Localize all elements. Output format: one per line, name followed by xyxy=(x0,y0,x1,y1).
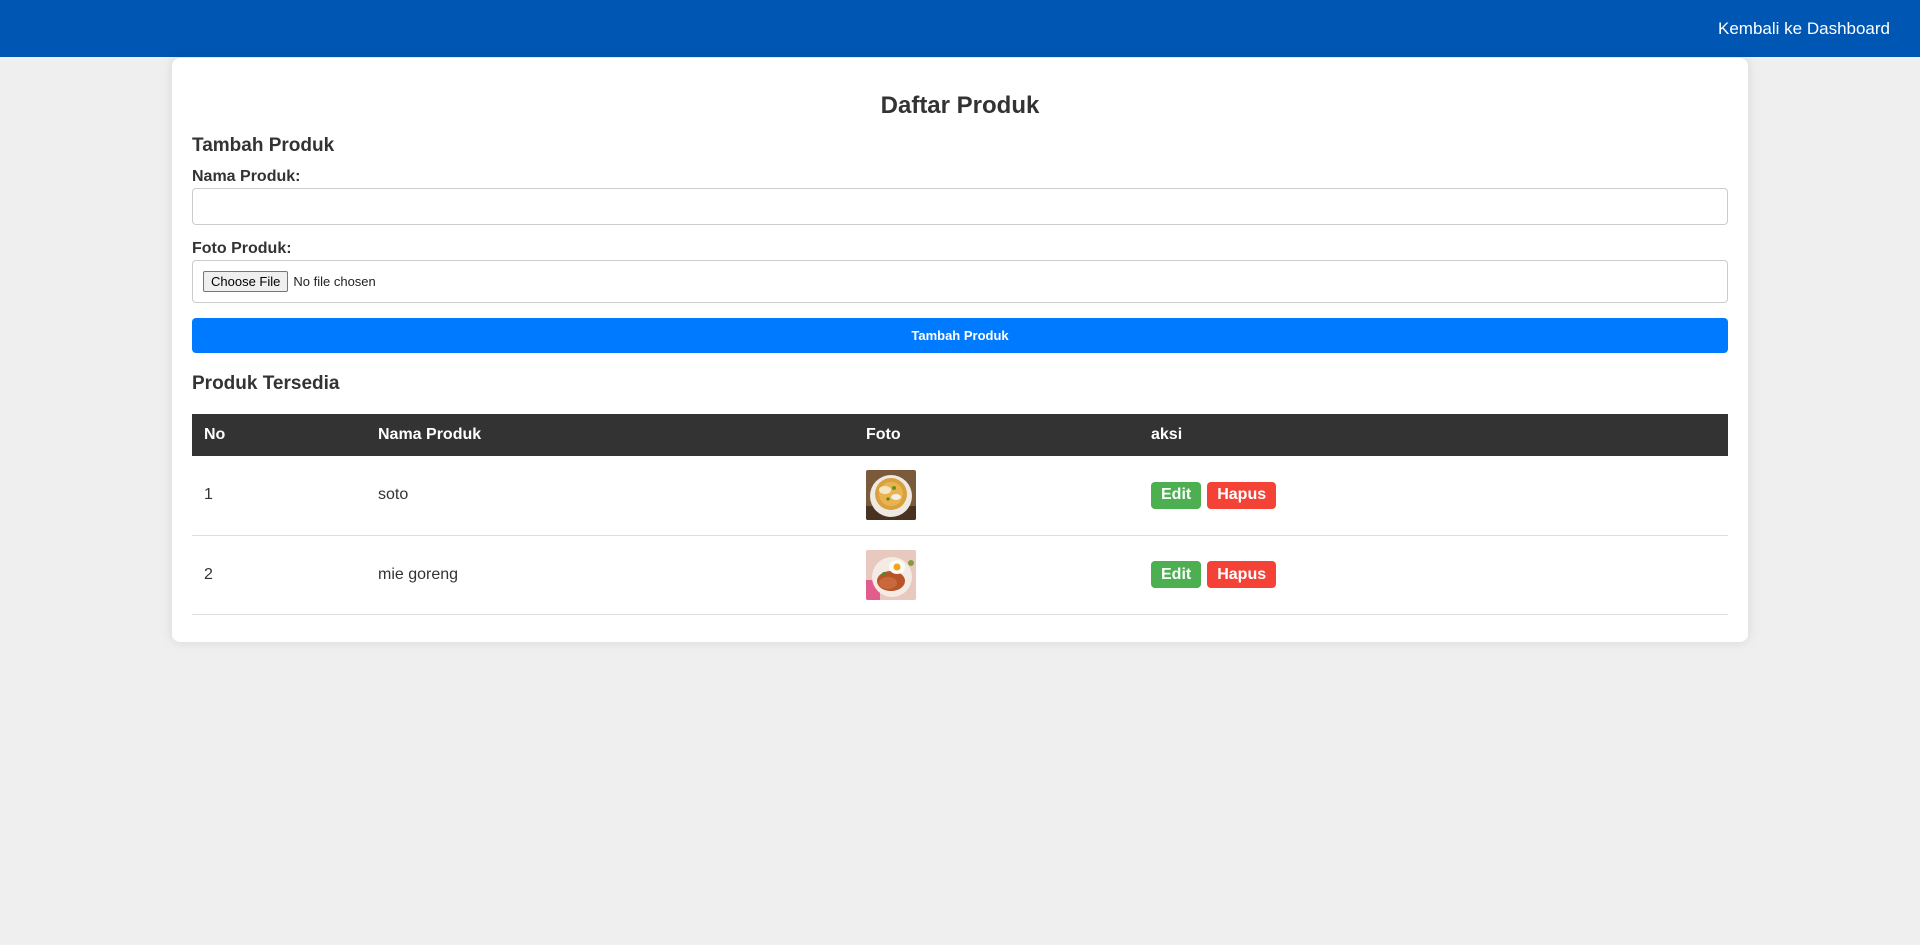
table-row: 2 mie goreng Edit Hapus xyxy=(192,535,1728,614)
product-name: mie goreng xyxy=(378,565,459,583)
product-photo-label: Foto Produk: xyxy=(192,240,292,257)
table-row: 1 soto Edit Hapus xyxy=(192,456,1728,535)
page-title: Daftar Produk xyxy=(880,92,1040,119)
column-header-actions: aksi xyxy=(1151,426,1183,443)
product-name: soto xyxy=(378,486,409,504)
add-product-button[interactable]: Tambah Produk xyxy=(192,318,1728,353)
delete-button[interactable]: Hapus xyxy=(1207,481,1277,509)
row-number: 2 xyxy=(204,565,213,583)
product-photo-field[interactable]: Choose File No file chosen xyxy=(192,260,1728,303)
column-header-no: No xyxy=(204,426,226,443)
mie-goreng-plate-image xyxy=(866,549,916,600)
add-product-heading: Tambah Produk xyxy=(192,135,335,156)
table-header-row: No Nama Produk Foto aksi xyxy=(192,414,1728,456)
product-name-input[interactable] xyxy=(192,188,1728,225)
delete-button[interactable]: Hapus xyxy=(1207,561,1277,588)
available-products-heading: Produk Tersedia xyxy=(192,373,340,394)
edit-button[interactable]: Edit xyxy=(1151,481,1202,509)
edit-button[interactable]: Edit xyxy=(1151,561,1202,588)
products-table: No Nama Produk Foto aksi 1 soto Edit Hap… xyxy=(192,414,1728,615)
soto-bowl-image xyxy=(866,470,916,521)
column-header-name: Nama Produk xyxy=(378,426,482,443)
row-number: 1 xyxy=(204,486,213,504)
file-status-text: No file chosen xyxy=(293,274,376,289)
column-header-photo: Foto xyxy=(866,426,901,443)
choose-file-button[interactable]: Choose File xyxy=(203,271,289,292)
main-card: Daftar Produk Tambah Produk Nama Produk:… xyxy=(172,58,1748,642)
product-name-label: Nama Produk: xyxy=(192,168,301,185)
back-to-dashboard-link[interactable]: Kembali ke Dashboard xyxy=(1718,19,1890,39)
top-navbar: Kembali ke Dashboard xyxy=(0,0,1920,57)
